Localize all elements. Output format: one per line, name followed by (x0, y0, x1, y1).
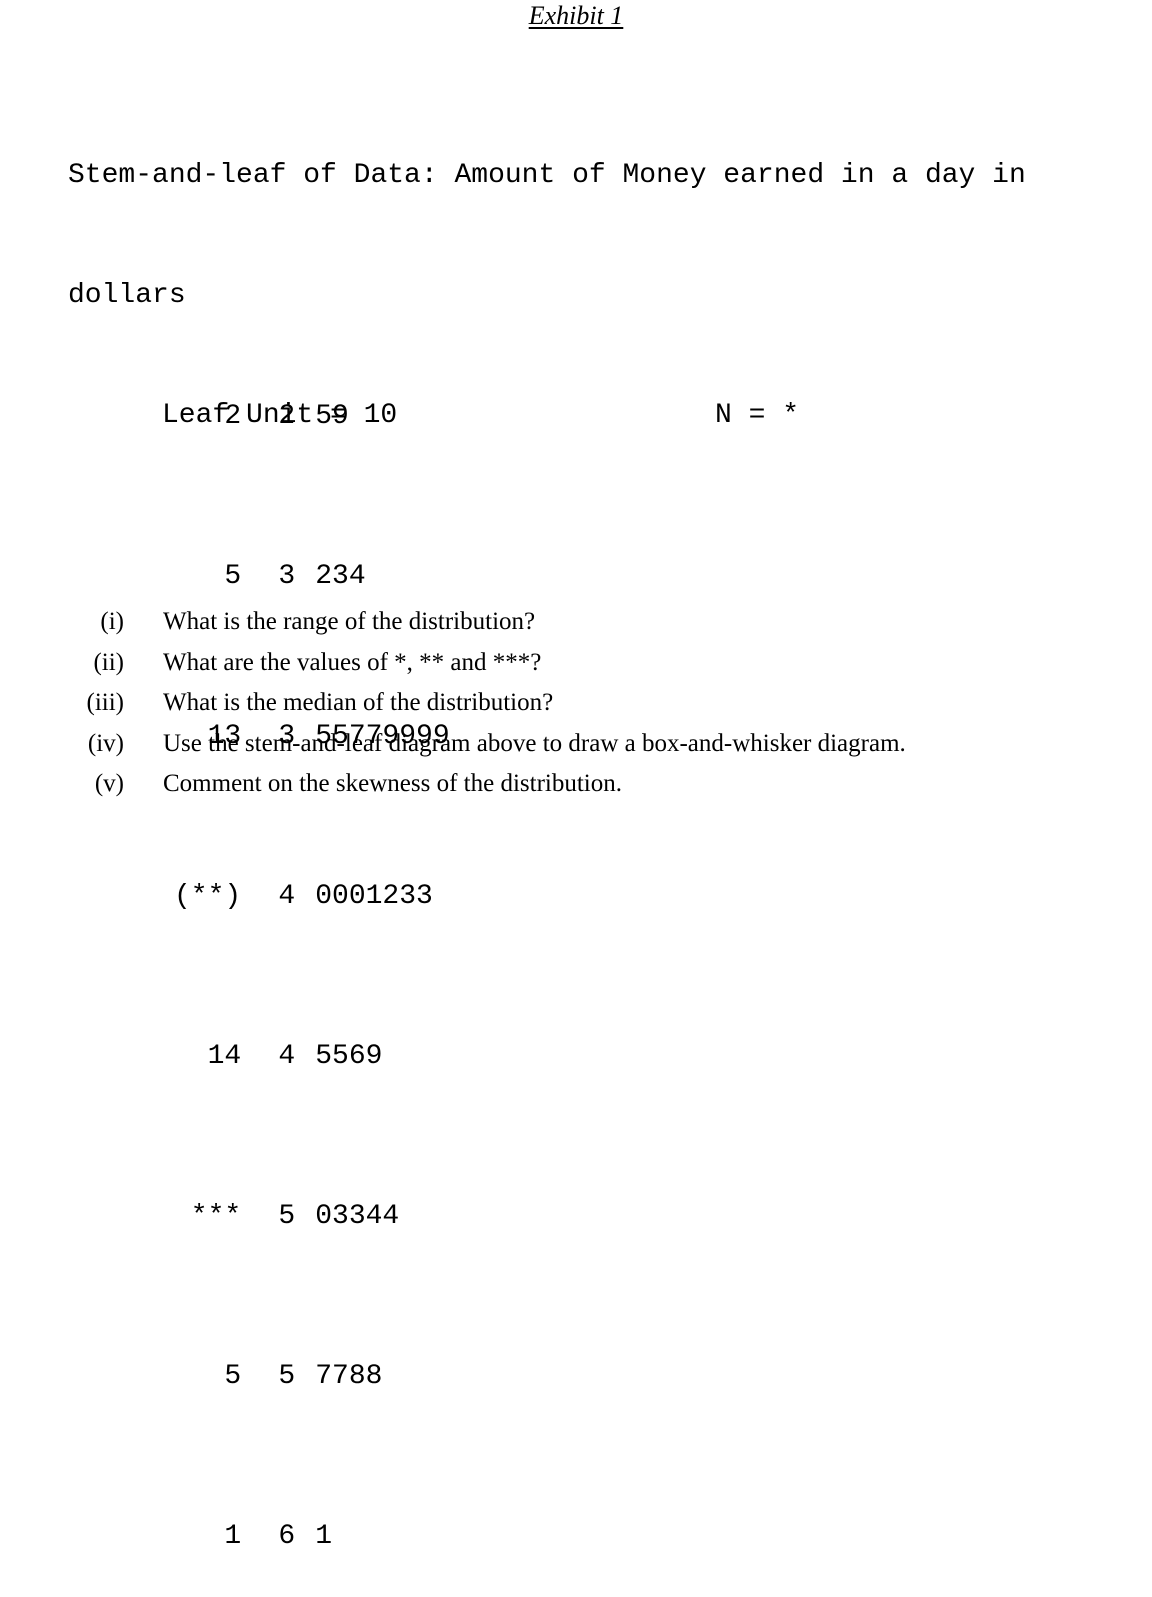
table-row: 5 5 7788 (68, 1317, 450, 1392)
question-text: Comment on the skewness of the distribut… (163, 770, 622, 797)
row-stem: 4 (278, 1041, 296, 1072)
exhibit-title: Exhibit 1 (0, 0, 1152, 32)
row-leaves: 59 (315, 401, 349, 432)
row-leaves: 5569 (315, 1041, 383, 1072)
row-leaves: 1 (315, 1521, 333, 1552)
questions-list: (i) What is the range of the distribution… (62, 602, 1122, 805)
question-label: (i) (100, 608, 124, 635)
row-stem: 6 (278, 1521, 296, 1552)
question-text: What is the range of the distribution? (163, 608, 536, 635)
row-count: 2 (224, 401, 242, 432)
row-count: *** (190, 1201, 242, 1232)
question-label: (ii) (93, 648, 124, 676)
stem-and-leaf-caption-line1: Stem-and-leaf of Data: Amount of Money e… (68, 160, 1026, 191)
row-leaves: 03344 (315, 1201, 400, 1232)
table-row: (**) 4 0001233 (68, 837, 450, 912)
stem-and-leaf-table: 2 2 59 5 3 234 13 3 55779999 (**) 4 0001233 14 4 5… (68, 237, 450, 1597)
exhibit-title-text: Exhibit 1 (528, 1, 624, 30)
row-stem: 5 (278, 1201, 296, 1232)
list-item: (v) Comment on the skewness of the distri… (62, 764, 1122, 805)
table-row: 5 3 234 (68, 517, 450, 592)
list-item: (i) What is the range of the distribution… (62, 602, 1122, 643)
table-row: 161 (68, 1477, 450, 1552)
question-label: (v) (94, 770, 124, 797)
row-stem: 4 (278, 881, 296, 912)
row-count: (**) (174, 881, 242, 912)
question-text: Use the stem-and-leaf diagram above to d… (163, 729, 906, 757)
table-row: *** 5 03344 (68, 1157, 450, 1232)
n-value-label: N = * (715, 400, 800, 431)
row-leaves: 7788 (315, 1361, 383, 1392)
row-leaves: 234 (315, 561, 366, 592)
list-item: (iii) What is the median of the distribut… (62, 683, 1122, 724)
question-label: (iii) (86, 689, 125, 716)
question-text: What is the median of the distribution? (163, 689, 554, 716)
question-text: What are the values of *, ** and ***? (163, 648, 542, 676)
row-stem: 2 (278, 401, 296, 432)
row-count: 1 (224, 1521, 242, 1552)
row-stem: 5 (278, 1361, 296, 1392)
row-count: 5 (224, 1361, 242, 1392)
row-count: 14 (207, 1041, 242, 1072)
row-stem: 3 (278, 561, 296, 592)
table-row: 2 2 59 (68, 357, 450, 432)
table-row: 14 4 5569 (68, 997, 450, 1072)
list-item: (ii) What are the values of *, ** and ***… (62, 643, 1122, 684)
row-count: 5 (224, 561, 242, 592)
row-leaves: 0001233 (315, 881, 433, 912)
question-label: (iv) (87, 729, 124, 757)
list-item: (iv) Use the stem-and-leaf diagram above … (62, 724, 1122, 765)
